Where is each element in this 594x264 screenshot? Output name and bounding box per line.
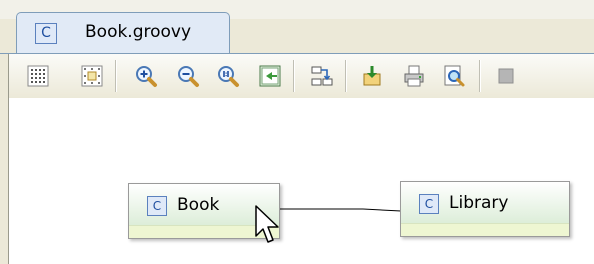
node-label: Library	[449, 193, 509, 213]
tab-book-groovy[interactable]: C Book.groovy	[16, 12, 230, 54]
zoom-out-icon[interactable]	[173, 61, 203, 91]
mouse-cursor-icon	[255, 205, 279, 243]
snap-to-grid-icon[interactable]	[77, 61, 107, 91]
tab-label: Book.groovy	[85, 22, 192, 42]
print-icon[interactable]	[399, 61, 429, 91]
class-node-library[interactable]: C Library	[400, 181, 570, 237]
class-icon: C	[147, 196, 167, 216]
toolbar-separator	[345, 60, 347, 92]
class-icon: C	[419, 194, 439, 214]
node-label: Book	[177, 195, 220, 215]
node-footer	[401, 223, 569, 236]
toolbar-separator	[479, 60, 481, 92]
fit-to-window-icon[interactable]	[255, 61, 285, 91]
zoom-in-icon[interactable]	[131, 61, 161, 91]
auto-layout-icon[interactable]	[307, 61, 337, 91]
more-icon[interactable]	[491, 61, 521, 91]
diagram-toolbar	[8, 54, 594, 98]
class-icon: C	[35, 23, 57, 44]
grid-icon[interactable]	[23, 61, 53, 91]
toolbar-separator	[115, 60, 117, 92]
toolbar-separator	[293, 60, 295, 92]
export-icon[interactable]	[357, 61, 387, 91]
print-preview-icon[interactable]	[439, 61, 469, 91]
zoom-actual-icon[interactable]	[213, 61, 243, 91]
